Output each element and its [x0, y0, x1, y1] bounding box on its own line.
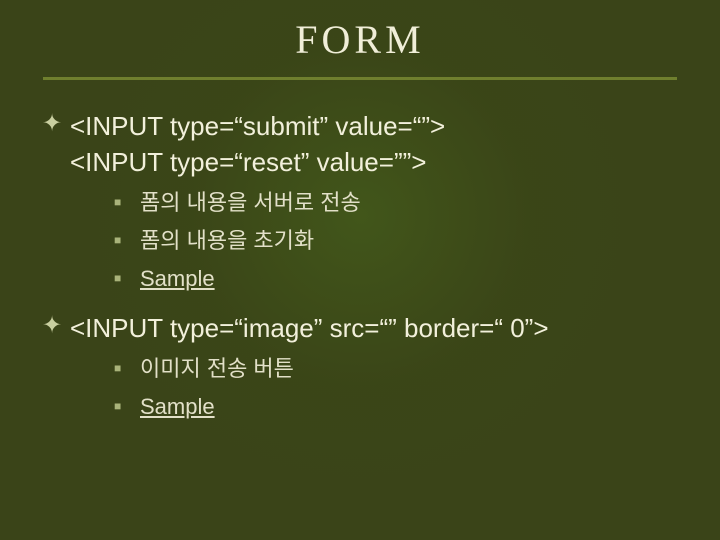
bullet-text: <INPUT type=“submit” value=“”> <INPUT ty… [70, 108, 445, 180]
sub-list: ■ 이미지 전송 버튼 ■ Sample [114, 354, 690, 422]
plus-bullet-icon: ✦ [42, 108, 70, 140]
sample-link[interactable]: Sample [140, 394, 215, 419]
bullet-item: ✦ <INPUT type=“submit” value=“”> <INPUT … [42, 108, 690, 180]
square-bullet-icon: ■ [114, 226, 140, 254]
bullet-text: <INPUT type=“image” src=“” border=“ 0”> [70, 310, 549, 346]
slide-content: ✦ <INPUT type=“submit” value=“”> <INPUT … [0, 108, 720, 422]
sample-link[interactable]: Sample [140, 266, 215, 291]
title-underline [43, 77, 677, 80]
sub-item: ■ 폼의 내용을 서버로 전송 [114, 188, 690, 218]
sub-item: ■ Sample [114, 392, 690, 422]
sub-text: Sample [140, 264, 215, 294]
slide-title: FORM [0, 0, 720, 77]
square-bullet-icon: ■ [114, 354, 140, 382]
code-line: <INPUT type=“submit” value=“”> [70, 111, 445, 141]
square-bullet-icon: ■ [114, 392, 140, 420]
sub-text: 폼의 내용을 초기화 [140, 226, 314, 256]
sub-item: ■ Sample [114, 264, 690, 294]
code-line: <INPUT type=“reset” value=””> [70, 147, 426, 177]
sub-text: 폼의 내용을 서버로 전송 [140, 188, 361, 218]
sub-item: ■ 이미지 전송 버튼 [114, 354, 690, 384]
slide: FORM ✦ <INPUT type=“submit” value=“”> <I… [0, 0, 720, 540]
bullet-item: ✦ <INPUT type=“image” src=“” border=“ 0”… [42, 310, 690, 346]
code-line: <INPUT type=“image” src=“” border=“ 0”> [70, 313, 549, 343]
sub-text: 이미지 전송 버튼 [140, 354, 294, 384]
square-bullet-icon: ■ [114, 264, 140, 292]
sub-list: ■ 폼의 내용을 서버로 전송 ■ 폼의 내용을 초기화 ■ Sample [114, 188, 690, 294]
plus-bullet-icon: ✦ [42, 310, 70, 342]
sub-item: ■ 폼의 내용을 초기화 [114, 226, 690, 256]
sub-text: Sample [140, 392, 215, 422]
square-bullet-icon: ■ [114, 188, 140, 216]
